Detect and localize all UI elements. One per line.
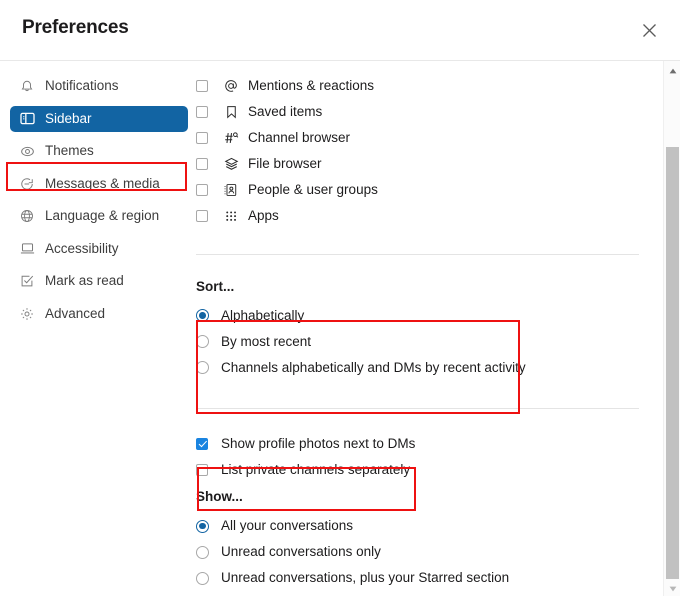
layers-icon bbox=[221, 156, 241, 172]
sort-option-channels-alpha-dms-recent[interactable]: Channels alphabetically and DMs by recen… bbox=[196, 355, 658, 381]
option-label: All your conversations bbox=[221, 518, 354, 534]
dialog-body: Notifications Sidebar Themes Messages & … bbox=[0, 61, 680, 596]
person-card-icon bbox=[221, 182, 241, 198]
hash-search-icon bbox=[221, 130, 241, 146]
sidebar-item-label: Notifications bbox=[45, 78, 119, 94]
option-file-browser[interactable]: File browser bbox=[196, 151, 658, 177]
shortcut-options-group: Mentions & reactions Saved items Channel… bbox=[196, 73, 658, 229]
sidebar-item-mark-as-read[interactable]: Mark as read bbox=[10, 268, 188, 294]
bell-icon bbox=[18, 78, 36, 94]
option-label: Apps bbox=[248, 208, 279, 224]
option-label: Unread conversations only bbox=[221, 544, 381, 560]
settings-content: Mentions & reactions Saved items Channel… bbox=[196, 61, 658, 596]
message-bubble-icon bbox=[18, 176, 36, 192]
page-title: Preferences bbox=[22, 17, 129, 38]
sidebar-item-label: Advanced bbox=[45, 305, 106, 321]
checkbox[interactable] bbox=[196, 210, 208, 222]
sidebar-item-sidebar[interactable]: Sidebar bbox=[10, 105, 188, 132]
sidebar-item-label: Messages & media bbox=[45, 175, 160, 191]
sidebar-item-notifications[interactable]: Notifications bbox=[10, 73, 188, 99]
show-option-unread-only[interactable]: Unread conversations only bbox=[196, 539, 658, 565]
checkbox[interactable] bbox=[196, 158, 208, 170]
sidebar-item-accessibility[interactable]: Accessibility bbox=[10, 236, 188, 262]
dialog-header: Preferences bbox=[0, 0, 680, 61]
section-divider bbox=[196, 254, 639, 255]
radio-button[interactable] bbox=[196, 571, 209, 585]
option-people-user-groups[interactable]: People & user groups bbox=[196, 177, 658, 203]
monitor-icon bbox=[18, 241, 36, 257]
option-list-private-channels[interactable]: List private channels separately bbox=[196, 457, 658, 483]
sidebar-item-messages-media[interactable]: Messages & media bbox=[10, 171, 188, 197]
sort-option-by-most-recent[interactable]: By most recent bbox=[196, 329, 658, 355]
globe-icon bbox=[18, 208, 36, 224]
bookmark-icon bbox=[221, 104, 241, 120]
show-option-all-conversations[interactable]: All your conversations bbox=[196, 513, 658, 539]
option-mentions-reactions[interactable]: Mentions & reactions bbox=[196, 73, 658, 99]
checkbox[interactable] bbox=[196, 106, 208, 118]
sort-section: Sort... Alphabetically By most recent Ch… bbox=[196, 280, 658, 381]
sidebar-item-label: Themes bbox=[45, 143, 94, 159]
radio-button[interactable] bbox=[196, 309, 209, 322]
option-label: Show profile photos next to DMs bbox=[221, 435, 416, 451]
option-label: Channels alphabetically and DMs by recen… bbox=[221, 359, 526, 375]
option-label: Mentions & reactions bbox=[248, 78, 375, 94]
option-saved-items[interactable]: Saved items bbox=[196, 99, 658, 125]
sidebar-item-label: Language & region bbox=[45, 208, 160, 224]
option-label: Channel browser bbox=[248, 130, 351, 146]
option-label: People & user groups bbox=[248, 182, 378, 198]
sidebar-item-language-region[interactable]: Language & region bbox=[10, 203, 188, 229]
vertical-scrollbar[interactable] bbox=[663, 61, 680, 596]
scroll-up-button[interactable] bbox=[664, 61, 680, 78]
sidebar-item-advanced[interactable]: Advanced bbox=[10, 301, 188, 327]
option-label: By most recent bbox=[221, 333, 312, 349]
triangle-down-icon bbox=[669, 579, 677, 597]
show-section: Show... All your conversations Unread co… bbox=[196, 488, 658, 592]
sidebar-item-label: Sidebar bbox=[45, 110, 92, 126]
show-section-title: Show... bbox=[196, 488, 243, 504]
option-show-profile-photos[interactable]: Show profile photos next to DMs bbox=[196, 431, 658, 457]
option-label: File browser bbox=[248, 156, 322, 172]
grid-dots-icon bbox=[221, 208, 241, 224]
checkbox[interactable] bbox=[196, 437, 208, 450]
eye-icon bbox=[18, 143, 36, 159]
sidebar-item-label: Accessibility bbox=[45, 240, 119, 256]
at-mention-icon bbox=[221, 78, 241, 94]
option-label: Unread conversations, plus your Starred … bbox=[221, 570, 510, 586]
gear-icon bbox=[18, 306, 36, 322]
radio-button[interactable] bbox=[196, 545, 209, 559]
radio-button[interactable] bbox=[196, 335, 209, 348]
display-options-group: Show profile photos next to DMs List pri… bbox=[196, 431, 658, 483]
checkbox[interactable] bbox=[196, 80, 208, 92]
radio-button[interactable] bbox=[196, 519, 209, 533]
check-square-icon bbox=[18, 273, 36, 289]
sidebar-item-label: Mark as read bbox=[45, 273, 124, 289]
show-option-unread-plus-starred[interactable]: Unread conversations, plus your Starred … bbox=[196, 565, 658, 591]
option-label: Saved items bbox=[248, 104, 323, 120]
section-divider bbox=[196, 407, 639, 409]
sort-section-title: Sort... bbox=[196, 279, 235, 294]
scroll-down-button[interactable] bbox=[664, 579, 680, 596]
scrollbar-thumb[interactable] bbox=[666, 147, 679, 579]
checkbox[interactable] bbox=[196, 132, 208, 144]
sidebar-item-themes[interactable]: Themes bbox=[10, 138, 188, 164]
close-button[interactable] bbox=[636, 17, 662, 43]
preferences-dialog: Preferences Notifications Sidebar Themes… bbox=[0, 0, 680, 596]
close-icon bbox=[642, 23, 657, 38]
checkbox[interactable] bbox=[196, 463, 208, 476]
sort-option-alphabetically[interactable]: Alphabetically bbox=[196, 303, 658, 329]
radio-button[interactable] bbox=[196, 361, 209, 374]
sidebar-panel-icon bbox=[18, 111, 36, 127]
settings-nav: Notifications Sidebar Themes Messages & … bbox=[0, 61, 196, 327]
triangle-up-icon bbox=[669, 61, 677, 79]
option-apps[interactable]: Apps bbox=[196, 203, 658, 229]
option-label: List private channels separately bbox=[221, 461, 411, 477]
option-label: Alphabetically bbox=[221, 307, 305, 323]
checkbox[interactable] bbox=[196, 184, 208, 196]
option-channel-browser[interactable]: Channel browser bbox=[196, 125, 658, 151]
